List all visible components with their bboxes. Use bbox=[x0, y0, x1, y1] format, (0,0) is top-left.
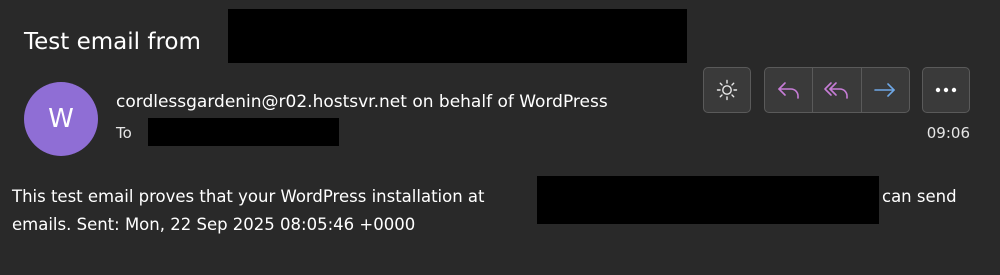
forward-button[interactable] bbox=[860, 68, 909, 112]
more-button[interactable] bbox=[922, 67, 970, 113]
brightness-button[interactable] bbox=[703, 67, 751, 113]
body-line-2: emails. Sent: Mon, 22 Sep 2025 08:05:46 … bbox=[12, 215, 416, 234]
reply-all-button[interactable] bbox=[812, 68, 860, 112]
more-icon bbox=[935, 87, 957, 93]
subject-row: Test email from bbox=[24, 24, 201, 60]
reply-button[interactable] bbox=[765, 68, 812, 112]
redacted-block bbox=[228, 9, 687, 63]
avatar-initial: W bbox=[48, 104, 74, 134]
body-line-1-end: can send bbox=[882, 187, 957, 206]
brightness-icon bbox=[716, 79, 738, 101]
forward-icon bbox=[874, 83, 896, 97]
email-subject: Test email from bbox=[24, 29, 201, 55]
to-label: To bbox=[116, 124, 132, 142]
reply-button-group bbox=[764, 67, 910, 113]
sender-line[interactable]: cordlessgardenin@r02.hostsvr.net on beha… bbox=[116, 92, 668, 112]
redacted-block bbox=[537, 176, 879, 224]
avatar[interactable]: W bbox=[24, 82, 98, 156]
received-time: 09:06 bbox=[926, 124, 970, 142]
redacted-block bbox=[148, 118, 339, 146]
body-line-1-start: This test email proves that your WordPre… bbox=[12, 187, 485, 206]
reply-icon bbox=[777, 82, 799, 99]
reply-all-icon bbox=[824, 82, 848, 99]
